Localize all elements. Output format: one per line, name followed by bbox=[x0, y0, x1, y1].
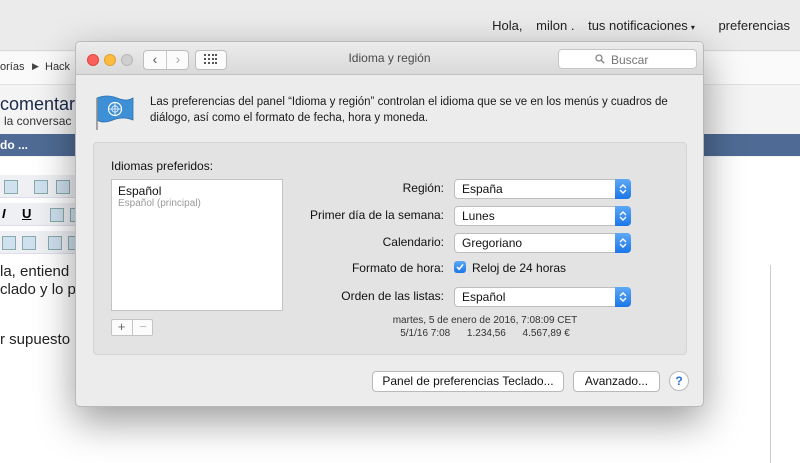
titlebar[interactable]: ‹ › Idioma y región bbox=[76, 42, 703, 75]
search-field[interactable] bbox=[558, 49, 697, 69]
paste-icon[interactable] bbox=[34, 180, 48, 194]
24-hour-checkbox[interactable] bbox=[454, 261, 466, 273]
select-arrows-icon bbox=[615, 287, 631, 307]
preferences-link[interactable]: preferencias bbox=[718, 18, 790, 33]
calendar-value: Gregoriano bbox=[462, 236, 523, 250]
language-detail: Español (principal) bbox=[118, 198, 201, 209]
calendar-select[interactable]: Gregoriano bbox=[454, 233, 631, 253]
format-icon[interactable] bbox=[4, 180, 18, 194]
region-label: Región: bbox=[402, 181, 444, 195]
user-nav: Hola, milon . tus notificaciones ▾ prefer… bbox=[492, 18, 800, 33]
panel-description: Las preferencias del panel “Idioma y reg… bbox=[150, 96, 668, 124]
first-day-label: Primer día de la semana: bbox=[309, 208, 444, 222]
breadcrumb-item-categories[interactable]: orías bbox=[0, 61, 24, 73]
first-day-value: Lunes bbox=[462, 209, 495, 223]
section-bar-text: do ... bbox=[0, 138, 28, 152]
editor-text-line-2: clado y lo p bbox=[0, 281, 76, 298]
remove-language-button[interactable]: − bbox=[132, 320, 153, 335]
language-region-window: ‹ › Idioma y región Buscar Las preferenc… bbox=[75, 41, 704, 407]
keyboard-preferences-button[interactable]: Panel de preferencias Teclado... bbox=[372, 371, 564, 392]
italic-icon[interactable]: I bbox=[2, 206, 6, 221]
underline-icon[interactable]: U bbox=[22, 206, 31, 221]
checkmark-icon bbox=[456, 263, 464, 271]
editor-text-line-3: r supuesto bbox=[0, 331, 71, 348]
table-icon[interactable] bbox=[2, 236, 16, 250]
select-arrows-icon bbox=[615, 233, 631, 253]
list-order-label: Orden de las listas: bbox=[341, 289, 444, 303]
image-icon[interactable] bbox=[48, 236, 62, 250]
editor-scrollbar[interactable] bbox=[770, 265, 771, 463]
breadcrumb-arrow-icon: ▶ bbox=[32, 61, 39, 71]
notifications-label: tus notificaciones bbox=[588, 18, 688, 33]
breadcrumb-item-hack[interactable]: Hack bbox=[45, 61, 70, 73]
editor-text-line-1: la, entiend bbox=[0, 263, 70, 280]
greeting: Hola, bbox=[492, 18, 523, 33]
delete-table-icon[interactable] bbox=[22, 236, 36, 250]
settings-panel: Idiomas preferidos: Español Español (pri… bbox=[93, 142, 687, 355]
un-flag-icon bbox=[96, 95, 134, 130]
user-link[interactable]: milon . bbox=[536, 18, 574, 33]
language-name: Español bbox=[118, 184, 162, 198]
list-order-value: Español bbox=[462, 290, 506, 304]
preferred-languages-list[interactable]: Español Español (principal) bbox=[111, 179, 283, 311]
select-arrows-icon bbox=[615, 179, 631, 199]
help-icon[interactable]: ? bbox=[669, 371, 689, 391]
calendar-label: Calendario: bbox=[382, 235, 444, 249]
sample-numbers: 5/1/16 7:08 1.234,56 4.567,89 € bbox=[400, 328, 570, 339]
page-title: comentar bbox=[0, 94, 76, 114]
first-day-select[interactable]: Lunes bbox=[454, 206, 631, 226]
page-subtitle: la conversac bbox=[4, 114, 72, 128]
search-icon bbox=[595, 54, 605, 64]
add-language-button[interactable]: + bbox=[112, 320, 131, 335]
region-value: España bbox=[462, 182, 503, 196]
paste-text-icon[interactable] bbox=[56, 180, 70, 194]
preferred-languages-label: Idiomas preferidos: bbox=[111, 159, 214, 173]
list-order-select[interactable]: Español bbox=[454, 287, 631, 307]
select-arrows-icon bbox=[615, 206, 631, 226]
add-remove-control: + − bbox=[111, 319, 153, 336]
notifications-link[interactable]: tus notificaciones ▾ bbox=[588, 18, 705, 33]
align-left-icon[interactable] bbox=[50, 208, 64, 222]
caret-down-icon: ▾ bbox=[690, 23, 695, 32]
sample-date: martes, 5 de enero de 2016, 7:08:09 CET bbox=[392, 315, 578, 326]
search-input[interactable] bbox=[609, 51, 693, 68]
region-select[interactable]: España bbox=[454, 179, 631, 199]
24-hour-checkbox-label[interactable]: Reloj de 24 horas bbox=[472, 261, 566, 275]
advanced-button[interactable]: Avanzado... bbox=[573, 371, 660, 392]
time-format-label: Formato de hora: bbox=[351, 261, 444, 275]
